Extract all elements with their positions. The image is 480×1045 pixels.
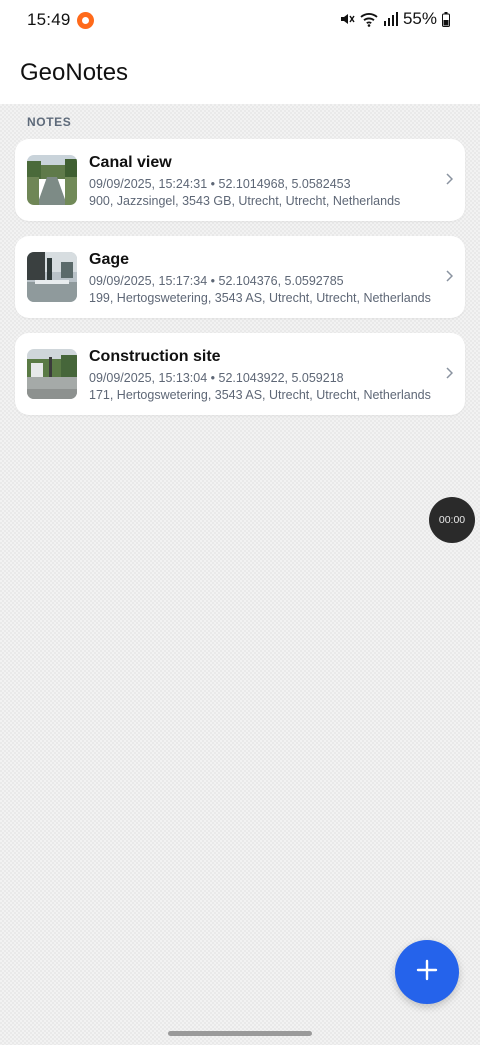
- note-address: 199, Hertogswetering, 3543 AS, Utrecht, …: [89, 291, 431, 305]
- note-card[interactable]: Gage 09/09/2025, 15:17:34 • 52.104376, 5…: [15, 236, 465, 318]
- plus-icon: [416, 959, 438, 986]
- note-meta: 09/09/2025, 15:24:31 • 52.1014968, 5.058…: [89, 177, 351, 191]
- note-thumbnail: [27, 252, 77, 302]
- note-card[interactable]: Canal view 09/09/2025, 15:24:31 • 52.101…: [15, 139, 465, 221]
- battery-text: 55%: [402, 9, 437, 28]
- section-label: NOTES: [27, 115, 72, 129]
- status-time: 15:49: [27, 10, 71, 29]
- signal-icon: [383, 12, 398, 26]
- note-title: Gage: [89, 251, 130, 268]
- note-thumbnail: [27, 155, 77, 205]
- chevron-right-icon: [445, 172, 454, 190]
- note-title: Construction site: [89, 348, 221, 365]
- note-title: Canal view: [89, 154, 172, 171]
- note-meta: 09/09/2025, 15:13:04 • 52.1043922, 5.059…: [89, 371, 344, 385]
- note-card[interactable]: Construction site 09/09/2025, 15:13:04 •…: [15, 333, 465, 415]
- app-bar: GeoNotes: [0, 42, 480, 104]
- app-title: GeoNotes: [20, 59, 129, 86]
- chevron-right-icon: [445, 269, 454, 287]
- note-thumbnail: [27, 349, 77, 399]
- home-indicator[interactable]: [168, 1031, 312, 1036]
- note-address: 900, Jazzsingel, 3543 GB, Utrecht, Utrec…: [89, 194, 401, 208]
- note-address: 171, Hertogswetering, 3543 AS, Utrecht, …: [89, 388, 431, 402]
- chevron-right-icon: [445, 366, 454, 384]
- status-bar: 15:49 55%: [0, 0, 480, 42]
- timer-bubble[interactable]: 00:00: [429, 497, 475, 543]
- battery-icon: [442, 11, 450, 27]
- mute-icon: [339, 11, 355, 27]
- note-meta: 09/09/2025, 15:17:34 • 52.104376, 5.0592…: [89, 274, 344, 288]
- wifi-icon: [360, 12, 378, 27]
- add-note-button[interactable]: [395, 940, 459, 1004]
- app-notification-icon: [77, 12, 94, 29]
- notes-list: Canal view 09/09/2025, 15:24:31 • 52.101…: [15, 139, 465, 430]
- status-icons: 55%: [339, 9, 450, 29]
- timer-label: 00:00: [438, 514, 466, 526]
